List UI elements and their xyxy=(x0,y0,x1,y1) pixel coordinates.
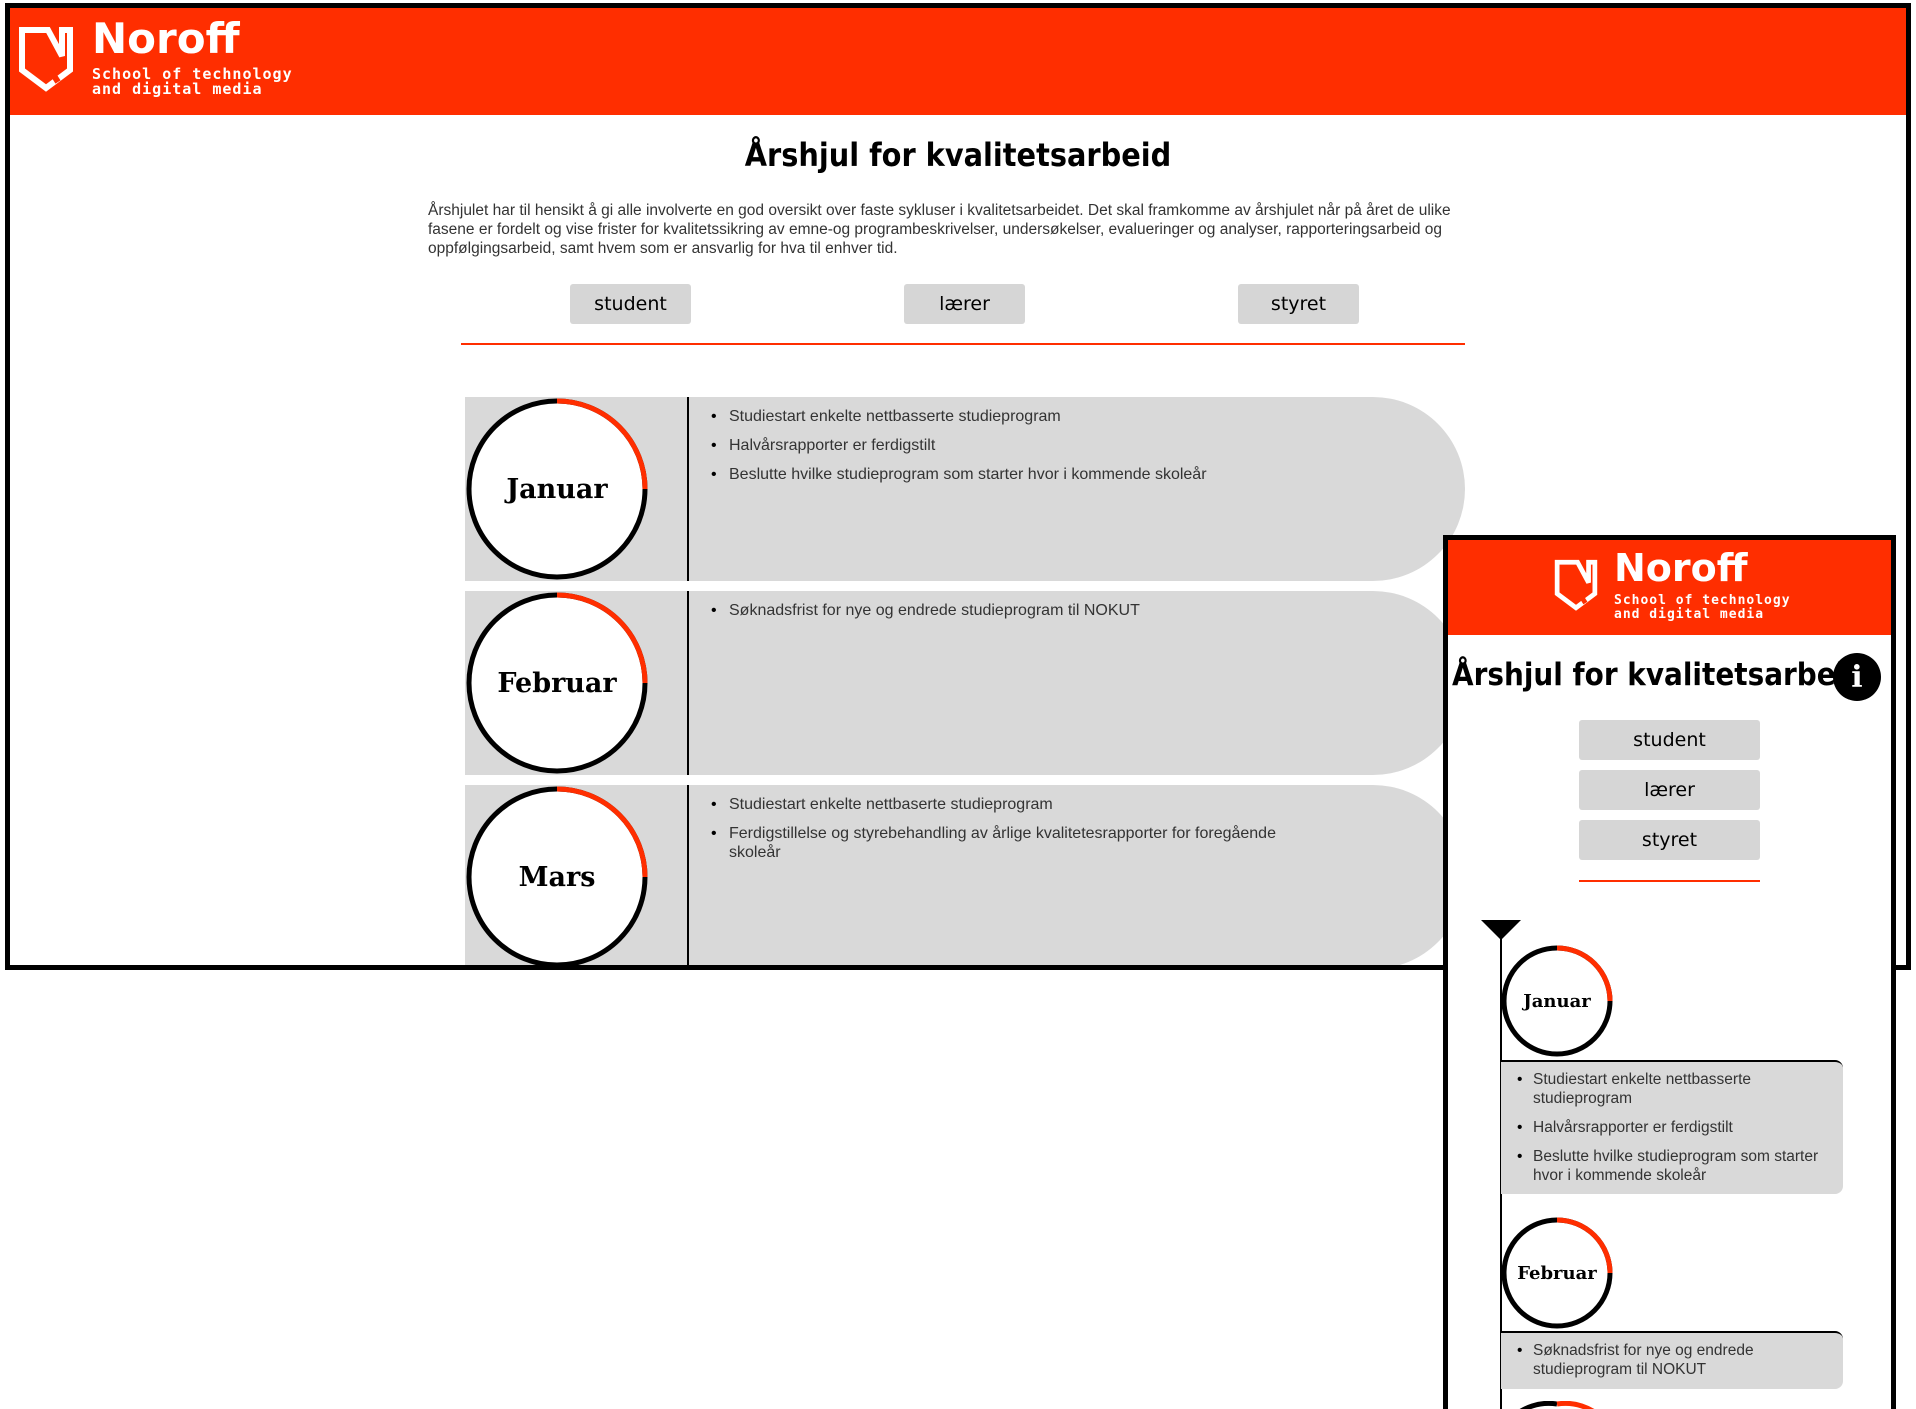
month-name: Mars xyxy=(518,861,596,893)
board-filter-button[interactable]: styret xyxy=(1579,820,1760,860)
noroff-logo[interactable]: Noroff School of technology and digital … xyxy=(1554,546,1794,625)
page-title: Årshjul for kvalitetsarbeid xyxy=(1452,657,1866,693)
list-item: Ferdigstillelse og styrebehandling av år… xyxy=(709,824,1329,862)
mobile-view: Noroff School of technology and digital … xyxy=(1443,535,1896,1409)
section-divider xyxy=(1579,880,1760,882)
student-filter-button[interactable]: student xyxy=(1579,720,1760,760)
list-item: Studiestart enkelte nettbasserte studiep… xyxy=(709,407,1329,426)
list-item: Beslutte hvilke studieprogram som starte… xyxy=(709,465,1329,484)
list-item: Beslutte hvilke studieprogram som starte… xyxy=(1515,1147,1831,1185)
logo-wordmark: Noroff xyxy=(1614,546,1748,590)
teacher-filter-button[interactable]: lærer xyxy=(1579,770,1760,810)
timeline-arrow-icon xyxy=(1481,920,1521,940)
list-item: Søknadsfrist for nye og endrede studiepr… xyxy=(1515,1341,1831,1379)
month-progress-ring xyxy=(1519,1401,1595,1409)
month-name: Januar xyxy=(1523,990,1591,1012)
shield-logo-icon xyxy=(1554,559,1598,611)
month-row-januar: Januar Studiestart enkelte nettbasserte … xyxy=(465,397,1465,581)
section-divider xyxy=(461,343,1465,345)
month-row-mars: Mars Studiestart enkelte nettbaserte stu… xyxy=(465,785,1465,965)
board-filter-button[interactable]: styret xyxy=(1238,284,1359,324)
page-title: Årshjul for kvalitetsarbeid xyxy=(744,136,1172,174)
logo-wordmark: Noroff xyxy=(92,14,240,63)
month-name: Januar xyxy=(506,473,608,505)
shield-logo-icon xyxy=(19,27,73,92)
list-item: Halvårsrapporter er ferdigstilt xyxy=(709,436,1329,455)
list-item: Søknadsfrist for nye og endrede studiepr… xyxy=(709,601,1329,620)
month-name: Februar xyxy=(1517,1262,1597,1284)
month-divider xyxy=(687,785,689,965)
mobile-month-card: Studiestart enkelte nettbasserte studiep… xyxy=(1501,1060,1843,1194)
teacher-filter-button[interactable]: lærer xyxy=(904,284,1025,324)
mobile-header: Noroff School of technology and digital … xyxy=(1448,540,1891,635)
month-items: Søknadsfrist for nye og endrede studiepr… xyxy=(709,601,1329,630)
month-divider xyxy=(687,397,689,581)
site-header: Noroff School of technology and digital … xyxy=(10,8,1906,115)
month-divider xyxy=(687,591,689,775)
logo-tagline-2: and digital media xyxy=(92,80,263,98)
mobile-month-card: Søknadsfrist for nye og endrede studiepr… xyxy=(1501,1331,1843,1389)
student-filter-button[interactable]: student xyxy=(570,284,691,324)
list-item: Halvårsrapporter er ferdigstilt xyxy=(1515,1118,1831,1137)
month-items: Søknadsfrist for nye og endrede studiepr… xyxy=(1515,1341,1831,1379)
month-items: Studiestart enkelte nettbaserte studiepr… xyxy=(709,795,1329,872)
intro-text: Årshjulet har til hensikt å gi alle invo… xyxy=(428,202,1451,257)
list-item: Studiestart enkelte nettbaserte studiepr… xyxy=(709,795,1329,814)
info-icon[interactable]: i xyxy=(1833,653,1881,701)
month-items: Studiestart enkelte nettbasserte studiep… xyxy=(709,407,1329,494)
logo-tagline-2: and digital media xyxy=(1614,607,1765,622)
logo-tagline-1: School of technology xyxy=(1614,593,1791,608)
month-row-februar: Februar Søknadsfrist for nye og endrede … xyxy=(465,591,1465,775)
month-items: Studiestart enkelte nettbasserte studiep… xyxy=(1515,1070,1831,1185)
noroff-logo[interactable]: Noroff School of technology and digital … xyxy=(18,14,298,100)
month-name: Februar xyxy=(497,667,617,699)
list-item: Studiestart enkelte nettbasserte studiep… xyxy=(1515,1070,1831,1108)
